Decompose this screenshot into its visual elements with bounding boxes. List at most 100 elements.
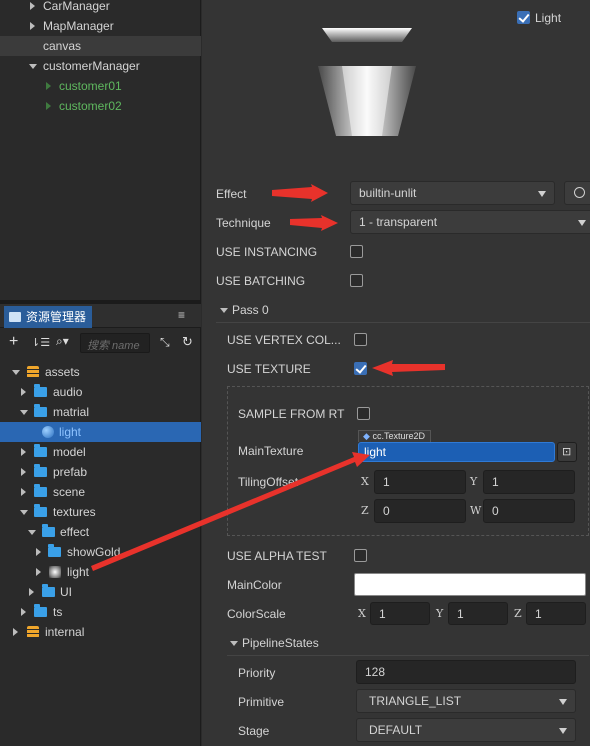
collapse-arrow-icon[interactable] xyxy=(29,64,37,69)
use-texture-checkbox[interactable] xyxy=(354,362,367,375)
tiling-z-input[interactable]: 0 xyxy=(374,499,466,523)
main-color-swatch[interactable] xyxy=(354,573,586,596)
tree-node-mapmanager[interactable]: MapManager xyxy=(0,16,201,36)
tree-node-customer02[interactable]: customer02 xyxy=(0,96,201,116)
pipeline-states-header[interactable]: PipelineStates xyxy=(242,636,319,650)
expand-arrow-icon[interactable] xyxy=(21,608,26,616)
search-filter-icon[interactable]: ⌕▾ xyxy=(56,334,69,349)
expand-arrow-icon[interactable] xyxy=(21,448,26,456)
folder-icon xyxy=(34,484,47,497)
tree-node-customer01[interactable]: customer01 xyxy=(0,76,201,96)
tiling-w-input[interactable]: 0 xyxy=(483,499,575,523)
stage-label: Stage xyxy=(238,724,270,738)
use-instancing-checkbox[interactable] xyxy=(350,245,363,258)
expand-arrow-icon[interactable] xyxy=(30,2,35,10)
chevron-down-icon xyxy=(559,699,567,705)
use-batching-label: USE BATCHING xyxy=(216,274,306,288)
tree-scene[interactable]: scene xyxy=(0,482,201,502)
tree-ui[interactable]: UI xyxy=(0,582,201,602)
pass-header[interactable]: Pass 0 xyxy=(232,303,269,317)
priority-value: 128 xyxy=(365,665,386,679)
node-label: internal xyxy=(45,625,85,639)
collapse-arrow-icon[interactable] xyxy=(20,510,28,515)
node-label: CarManager xyxy=(43,0,110,13)
sort-icon[interactable]: ⇂☰ xyxy=(31,336,50,349)
color-scale-z-input[interactable]: 1 xyxy=(526,602,586,625)
locate-button[interactable] xyxy=(564,181,590,205)
tiling-w-value: 0 xyxy=(492,504,499,518)
use-batching-checkbox[interactable] xyxy=(350,274,363,287)
light-label: Light xyxy=(535,11,562,25)
primitive-dropdown[interactable]: TRIANGLE_LIST xyxy=(356,689,576,713)
tree-node-carmanager[interactable]: CarManager xyxy=(0,0,201,16)
menu-icon[interactable]: ≡ xyxy=(178,309,188,321)
node-label: ts xyxy=(53,605,63,619)
expand-arrow-icon[interactable] xyxy=(46,82,51,90)
technique-label: Technique xyxy=(216,216,271,230)
inspector-panel: Light Effect builtin-unlit Technique 1 -… xyxy=(202,0,590,746)
assets-toolbar: + ⇂☰ ⌕▾ 搜索 name ⤡ ↻ xyxy=(0,330,201,358)
asset-pick-button[interactable]: ⊡ xyxy=(557,442,577,462)
asset-type-tag: ◆ cc.Texture2D xyxy=(358,430,431,442)
collapse-arrow-icon[interactable] xyxy=(230,641,238,646)
tree-ts[interactable]: ts xyxy=(0,602,201,622)
expand-arrow-icon[interactable] xyxy=(36,548,41,556)
collapse-arrow-icon[interactable] xyxy=(12,370,20,375)
effect-dropdown[interactable]: builtin-unlit xyxy=(350,181,555,205)
tree-matrial[interactable]: matrial xyxy=(0,402,201,422)
sample-from-rt-checkbox[interactable] xyxy=(357,407,370,420)
tree-audio[interactable]: audio xyxy=(0,382,201,402)
tree-node-canvas[interactable]: canvas xyxy=(0,36,201,56)
tree-model[interactable]: model xyxy=(0,442,201,462)
refresh-icon[interactable]: ↻ xyxy=(182,334,193,350)
tree-effect[interactable]: effect xyxy=(0,522,201,542)
add-icon[interactable]: + xyxy=(9,333,18,351)
priority-input[interactable]: 128 xyxy=(356,660,576,684)
tiling-y-value: 1 xyxy=(492,475,499,489)
technique-dropdown[interactable]: 1 - transparent xyxy=(350,210,590,234)
tree-node-customermanager[interactable]: customerManager xyxy=(0,56,201,76)
use-alpha-test-label: USE ALPHA TEST xyxy=(227,549,327,563)
search-input[interactable]: 搜索 name xyxy=(80,333,150,353)
color-scale-x-input[interactable]: 1 xyxy=(370,602,430,625)
light-checkbox[interactable] xyxy=(517,11,530,24)
tree-prefab[interactable]: prefab xyxy=(0,462,201,482)
tree-light-material[interactable]: light xyxy=(0,422,201,442)
tiling-offset-label: TilingOffset xyxy=(238,475,299,489)
axis-z-label: Z xyxy=(361,504,369,517)
main-texture-label: MainTexture xyxy=(238,444,304,458)
expand-arrow-icon[interactable] xyxy=(29,588,34,596)
stage-dropdown[interactable]: DEFAULT xyxy=(356,718,576,742)
expand-arrow-icon[interactable] xyxy=(21,488,26,496)
expand-arrow-icon[interactable] xyxy=(36,568,41,576)
collapse-arrow-icon[interactable] xyxy=(220,308,228,313)
tree-internal[interactable]: internal xyxy=(0,622,201,642)
collapse-all-icon[interactable]: ⤡ xyxy=(160,335,170,350)
collapse-arrow-icon[interactable] xyxy=(20,410,28,415)
tiling-x-input[interactable]: 1 xyxy=(374,470,466,494)
color-scale-x-value: 1 xyxy=(379,607,386,621)
expand-arrow-icon[interactable] xyxy=(13,628,18,636)
priority-label: Priority xyxy=(238,666,276,680)
diamond-icon: ◆ xyxy=(363,431,370,441)
color-scale-y-input[interactable]: 1 xyxy=(448,602,508,625)
use-texture-label: USE TEXTURE xyxy=(227,362,311,376)
expand-arrow-icon[interactable] xyxy=(21,468,26,476)
folder-icon xyxy=(34,504,47,517)
search-placeholder: 搜索 name xyxy=(87,340,140,352)
tree-light-texture[interactable]: light xyxy=(0,562,201,582)
expand-arrow-icon[interactable] xyxy=(30,22,35,30)
tree-showgold[interactable]: showGold xyxy=(0,542,201,562)
tab-assets-manager[interactable]: 资源管理器 xyxy=(4,306,92,328)
collapse-arrow-icon[interactable] xyxy=(28,530,36,535)
use-vertex-color-checkbox[interactable] xyxy=(354,333,367,346)
tree-assets[interactable]: assets xyxy=(0,362,201,382)
node-label: model xyxy=(53,445,86,459)
use-alpha-test-checkbox[interactable] xyxy=(354,549,367,562)
expand-arrow-icon[interactable] xyxy=(21,388,26,396)
use-instancing-label: USE INSTANCING xyxy=(216,245,318,259)
main-texture-field[interactable]: light xyxy=(358,442,555,462)
tree-textures[interactable]: textures xyxy=(0,502,201,522)
expand-arrow-icon[interactable] xyxy=(46,102,51,110)
tiling-y-input[interactable]: 1 xyxy=(483,470,575,494)
